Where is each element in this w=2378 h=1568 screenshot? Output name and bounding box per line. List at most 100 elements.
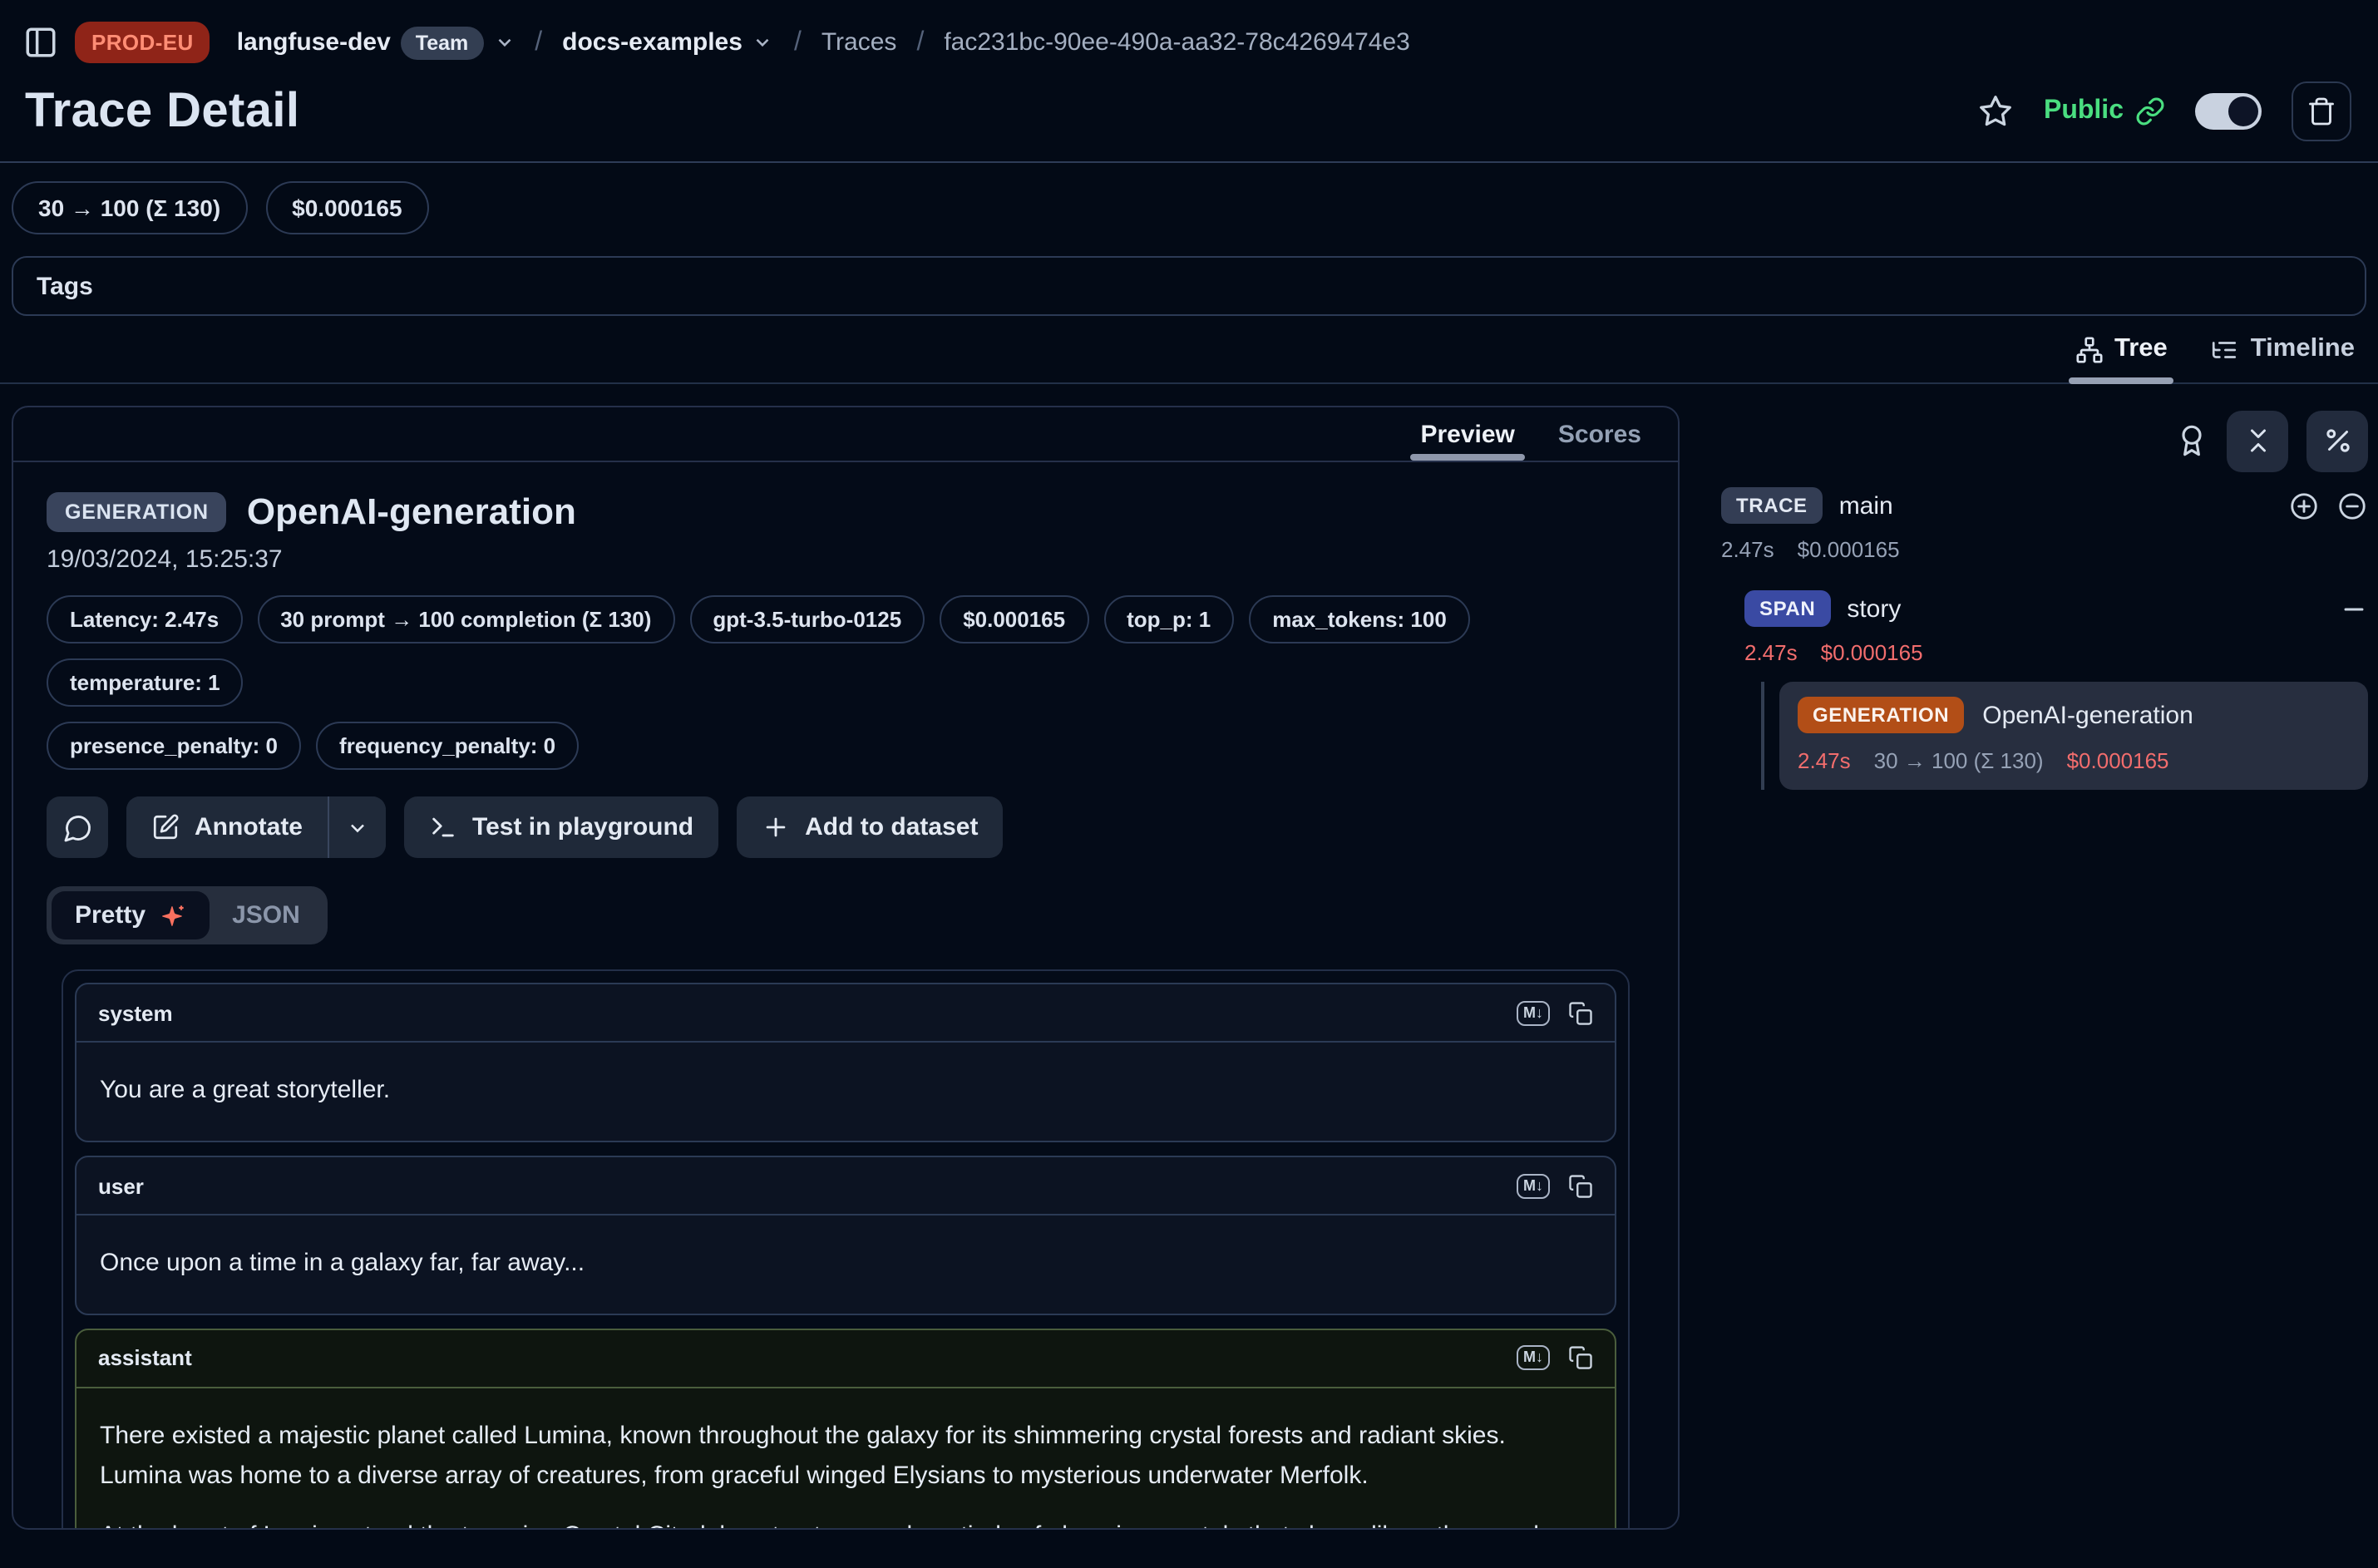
markdown-toggle-icon[interactable]: M↓ (1517, 1173, 1550, 1198)
metadata-badge: max_tokens: 100 (1249, 596, 1470, 644)
copy-icon[interactable] (1568, 1346, 1593, 1371)
observation-badges-row2: presence_penalty: 0 frequency_penalty: 0 (47, 722, 1645, 771)
token-usage-badge: 30 → 100 (Σ 130) (12, 181, 247, 234)
view-tabs: Tree Timeline (0, 316, 2378, 384)
span-badge: SPAN (1744, 590, 1830, 627)
tab-tree[interactable]: Tree (2075, 336, 2168, 382)
observation-type-badge: GENERATION (47, 493, 227, 533)
metadata-badge: frequency_penalty: 0 (316, 722, 579, 771)
tree-icon (2075, 335, 2103, 363)
message-role: system (98, 1001, 173, 1026)
tree-toolbar (1721, 409, 2368, 472)
annotate-dropdown-chevron[interactable] (328, 797, 386, 859)
tags-box[interactable]: Tags (12, 256, 2366, 316)
trace-latency: 2.47s (1721, 537, 1774, 562)
message-role: user (98, 1173, 144, 1198)
add-to-dataset-button[interactable]: Add to dataset (737, 797, 1003, 859)
trace-metrics: 2.47s $0.000165 (1721, 537, 2368, 562)
metadata-badge: temperature: 1 (47, 659, 244, 708)
collapse-all-icon[interactable] (2336, 490, 2368, 521)
generation-cost: $0.000165 (2067, 748, 2169, 773)
tree-node-span[interactable]: SPAN story 2.47s $0.000165 GENERATION (1744, 590, 2368, 790)
award-icon[interactable] (2175, 424, 2208, 457)
copy-icon[interactable] (1568, 1173, 1593, 1198)
breadcrumb: PROD-EU langfuse-dev Team / docs-example… (0, 0, 2378, 78)
generation-badge: GENERATION (1798, 697, 1964, 733)
metadata-badge: top_p: 1 (1103, 596, 1234, 644)
trace-badge: TRACE (1721, 487, 1823, 524)
message-user: user M↓ Once upon a time in a galaxy far… (75, 1156, 1616, 1314)
trace-cost: $0.000165 (1798, 537, 1900, 562)
tab-preview[interactable]: Preview (1420, 407, 1514, 461)
comment-button[interactable] (47, 797, 108, 859)
trace-stats: 30 → 100 (Σ 130) $0.000165 (0, 163, 2378, 253)
percent-icon[interactable] (2306, 410, 2368, 471)
span-cost: $0.000165 (1821, 640, 1923, 665)
generation-metrics: 2.47s 30 → 100 (Σ 130) $0.000165 (1798, 748, 2350, 773)
generation-tokens: 30 → 100 (Σ 130) (1874, 748, 2044, 773)
metadata-badge: Latency: 2.47s (47, 596, 242, 644)
breadcrumb-separator: / (531, 27, 545, 57)
environment-badge: PROD-EU (75, 22, 210, 63)
annotate-button[interactable]: Annotate (126, 797, 328, 859)
toggle-knob (2228, 96, 2258, 126)
tab-timeline[interactable]: Timeline (2211, 336, 2355, 382)
markdown-toggle-icon[interactable]: M↓ (1517, 1346, 1550, 1371)
span-latency: 2.47s (1744, 640, 1798, 665)
metadata-badge: 30 prompt → 100 completion (Σ 130) (257, 596, 674, 644)
breadcrumb-project[interactable]: docs-examples (562, 28, 774, 57)
format-pretty-button[interactable]: Pretty (52, 892, 209, 940)
breadcrumb-traces-link[interactable]: Traces (821, 28, 897, 57)
trace-name: main (1839, 491, 1893, 520)
plus-icon (762, 814, 790, 842)
link-icon (2135, 96, 2165, 126)
expand-all-icon[interactable] (2288, 490, 2320, 521)
public-toggle[interactable] (2195, 93, 2262, 130)
metadata-badge: $0.000165 (940, 596, 1088, 644)
test-in-playground-button[interactable]: Test in playground (404, 797, 718, 859)
metadata-badge: gpt-3.5-turbo-0125 (689, 596, 925, 644)
chevron-down-icon[interactable] (493, 32, 515, 53)
breadcrumb-separator: / (913, 27, 927, 57)
generation-latency: 2.47s (1798, 748, 1851, 773)
assistant-paragraph: There existed a majestic planet called L… (100, 1417, 1591, 1496)
tree-node-generation-selected[interactable]: GENERATION OpenAI-generation 2.47s 30 → … (1779, 682, 2368, 790)
cost-badge: $0.000165 (265, 181, 428, 234)
trace-tree-panel: TRACE main 2.47s $0.000165 SPAN story (1721, 406, 2368, 790)
tree-node-trace[interactable]: TRACE main (1721, 487, 2368, 524)
public-link[interactable]: Public (2044, 96, 2165, 126)
edit-icon (151, 814, 180, 842)
metadata-badge: presence_penalty: 0 (47, 722, 301, 771)
assistant-paragraph: At the heart of Lumina stood the towerin… (100, 1516, 1591, 1528)
breadcrumb-org[interactable]: langfuse-dev Team (237, 26, 516, 59)
content-row: Preview Scores GENERATION OpenAI-generat… (0, 384, 2378, 1530)
message-content: Once upon a time in a galaxy far, far aw… (76, 1215, 1615, 1313)
copy-icon[interactable] (1568, 1001, 1593, 1026)
markdown-toggle-icon[interactable]: M↓ (1517, 1001, 1550, 1026)
star-icon[interactable] (1977, 93, 2014, 130)
message-assistant: assistant M↓ There existed a majestic pl… (75, 1329, 1616, 1528)
timeline-icon (2211, 335, 2239, 363)
format-toggle: Pretty JSON (47, 887, 328, 945)
message-role: assistant (98, 1346, 192, 1371)
sidebar-panel-icon[interactable] (23, 25, 58, 60)
delete-trace-button[interactable] (2292, 81, 2351, 141)
observation-badges-row1: Latency: 2.47s 30 prompt → 100 completio… (47, 596, 1645, 708)
tree-children: GENERATION OpenAI-generation 2.47s 30 → … (1761, 682, 2368, 790)
format-json-button[interactable]: JSON (209, 892, 323, 940)
fold-vertical-icon[interactable] (2227, 410, 2288, 471)
message-content: You are a great storyteller. (76, 1043, 1615, 1141)
page-header: Trace Detail Public (0, 78, 2378, 161)
tags-label: Tags (37, 272, 93, 300)
breadcrumb-trace-id: fac231bc-90ee-490a-aa32-78c4269474e3 (944, 28, 1409, 57)
span-name: story (1847, 594, 1901, 623)
org-type-pill: Team (401, 26, 483, 59)
panel-tabs: Preview Scores (13, 407, 1678, 463)
chevron-down-icon[interactable] (752, 32, 774, 53)
terminal-icon (429, 814, 457, 842)
annotate-split-button: Annotate (126, 797, 386, 859)
action-buttons: Annotate Test in playground Add to datas… (47, 797, 1645, 859)
collapse-node-icon[interactable] (2340, 594, 2368, 623)
public-label: Public (2044, 96, 2124, 126)
tab-scores[interactable]: Scores (1558, 407, 1641, 461)
